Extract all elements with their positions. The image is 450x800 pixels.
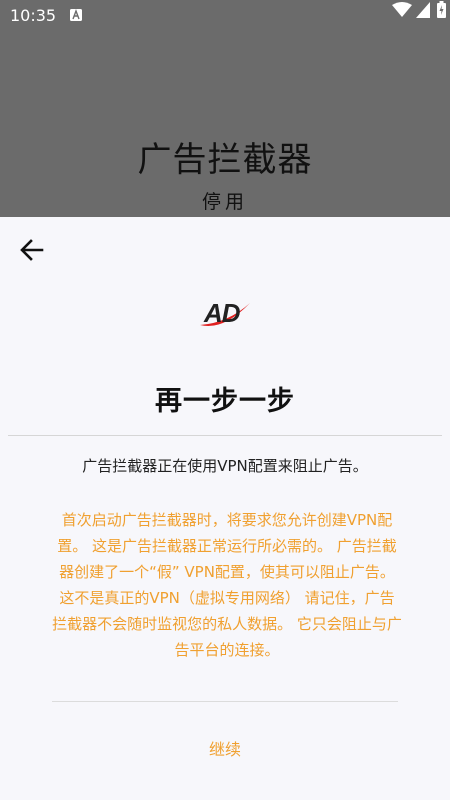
status-time: 10:35 bbox=[10, 6, 57, 25]
battery-icon bbox=[437, 1, 446, 18]
description-text: 广告拦截器正在使用VPN配置来阻止广告。 bbox=[82, 457, 368, 475]
continue-button[interactable]: 继续 bbox=[150, 732, 300, 768]
setup-sheet: AD 再一步一步 广告拦截器正在使用VPN配置来阻止广告。 首次启动广告拦截器时… bbox=[0, 217, 450, 800]
arrow-left-icon[interactable] bbox=[14, 233, 50, 269]
sheet-title: 再一步一步 bbox=[155, 386, 295, 417]
a-box-icon bbox=[70, 9, 82, 21]
logo-text: AD bbox=[203, 298, 241, 328]
divider bbox=[52, 701, 398, 702]
divider bbox=[8, 435, 442, 436]
app-logo: AD bbox=[200, 298, 250, 328]
wifi-icon bbox=[392, 2, 412, 17]
warning-text: 首次启动广告拦截器时，将要求您允许创建VPN配置。 这是广告拦截器正常运行所必需… bbox=[52, 511, 402, 659]
status-bar: 10:35 bbox=[0, 0, 450, 32]
status-label: 停用 bbox=[201, 191, 248, 213]
signal-icon bbox=[416, 2, 430, 18]
app-title: 广告拦截器 bbox=[137, 140, 313, 180]
